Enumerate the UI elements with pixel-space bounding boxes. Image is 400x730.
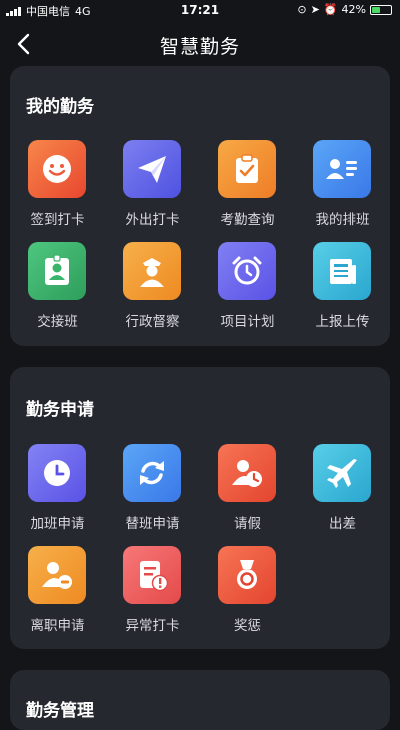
status-right: ⊙ ➤ ⏰ 42% bbox=[297, 3, 392, 16]
section-title: 勤务申请 bbox=[26, 400, 94, 420]
abnormal-check-in-button[interactable]: 异常打卡 bbox=[105, 546, 200, 636]
rotation-lock-icon: ⊙ bbox=[297, 3, 307, 16]
item-label: 替班申请 bbox=[125, 516, 180, 532]
person-badge-icon bbox=[28, 242, 86, 300]
resignation-application-button[interactable]: 离职申请 bbox=[10, 546, 105, 636]
item-label: 加班申请 bbox=[30, 516, 85, 532]
item-label: 上报上传 bbox=[315, 314, 370, 330]
page-title: 智慧勤务 bbox=[159, 36, 240, 58]
newspaper-icon bbox=[313, 242, 371, 300]
leave-request-button[interactable]: 请假 bbox=[200, 444, 295, 534]
business-trip-button[interactable]: 出差 bbox=[295, 444, 390, 534]
item-label: 交接班 bbox=[37, 314, 78, 330]
project-plan-button[interactable]: 项目计划 bbox=[200, 242, 295, 332]
item-label: 项目计划 bbox=[220, 314, 275, 330]
battery-icon bbox=[370, 4, 392, 15]
item-label: 考勤查询 bbox=[220, 212, 275, 228]
report-upload-button[interactable]: 上报上传 bbox=[295, 242, 390, 332]
item-label: 签到打卡 bbox=[30, 212, 85, 228]
item-label: 离职申请 bbox=[30, 618, 85, 634]
my-schedule-button[interactable]: 我的排班 bbox=[295, 140, 390, 230]
airplane-icon bbox=[313, 444, 371, 502]
item-label: 我的排班 bbox=[315, 212, 370, 228]
status-bar: 中国电信 4G 17:21 ⊙ ➤ ⏰ 42% bbox=[0, 0, 400, 20]
person-clock-icon bbox=[218, 444, 276, 502]
item-label: 奖惩 bbox=[234, 618, 261, 634]
clock-icon bbox=[28, 444, 86, 502]
substitute-shift-button[interactable]: 替班申请 bbox=[105, 444, 200, 534]
sign-in-button[interactable]: 签到打卡 bbox=[10, 140, 105, 230]
nav-bar: 智慧勤务 bbox=[0, 22, 400, 66]
admin-inspection-button[interactable]: 行政督察 bbox=[105, 242, 200, 332]
item-label: 请假 bbox=[234, 516, 261, 532]
duty-application-card: 勤务申请 加班申请 替班申请 请假 出差 离职申请 异常打卡 奖惩 bbox=[10, 367, 390, 649]
person-minus-icon bbox=[28, 546, 86, 604]
paper-plane-icon bbox=[123, 140, 181, 198]
item-label: 出差 bbox=[329, 516, 356, 532]
refresh-icon bbox=[123, 444, 181, 502]
item-label: 外出打卡 bbox=[125, 212, 180, 228]
alarm-icon: ⏰ bbox=[323, 3, 338, 16]
shift-handover-button[interactable]: 交接班 bbox=[10, 242, 105, 332]
rewards-penalties-button[interactable]: 奖惩 bbox=[200, 546, 295, 636]
alarm-clock-icon bbox=[218, 242, 276, 300]
officer-icon bbox=[123, 242, 181, 300]
smile-face-icon bbox=[28, 140, 86, 198]
my-duty-card: 我的勤务 签到打卡 外出打卡 考勤查询 我的排班 交接班 行政督察 项目计划 上… bbox=[10, 66, 390, 346]
document-warning-icon bbox=[123, 546, 181, 604]
duty-management-card: 勤务管理 bbox=[10, 670, 390, 730]
outing-check-in-button[interactable]: 外出打卡 bbox=[105, 140, 200, 230]
item-label: 异常打卡 bbox=[125, 618, 180, 634]
attendance-query-button[interactable]: 考勤查询 bbox=[200, 140, 295, 230]
contact-card-icon bbox=[313, 140, 371, 198]
item-label: 行政督察 bbox=[125, 314, 180, 330]
battery-percent: 42% bbox=[341, 3, 366, 16]
section-title: 我的勤务 bbox=[26, 97, 94, 117]
location-icon: ➤ bbox=[310, 3, 320, 16]
medal-icon bbox=[218, 546, 276, 604]
clipboard-check-icon bbox=[218, 140, 276, 198]
section-title: 勤务管理 bbox=[26, 701, 94, 721]
overtime-application-button[interactable]: 加班申请 bbox=[10, 444, 105, 534]
